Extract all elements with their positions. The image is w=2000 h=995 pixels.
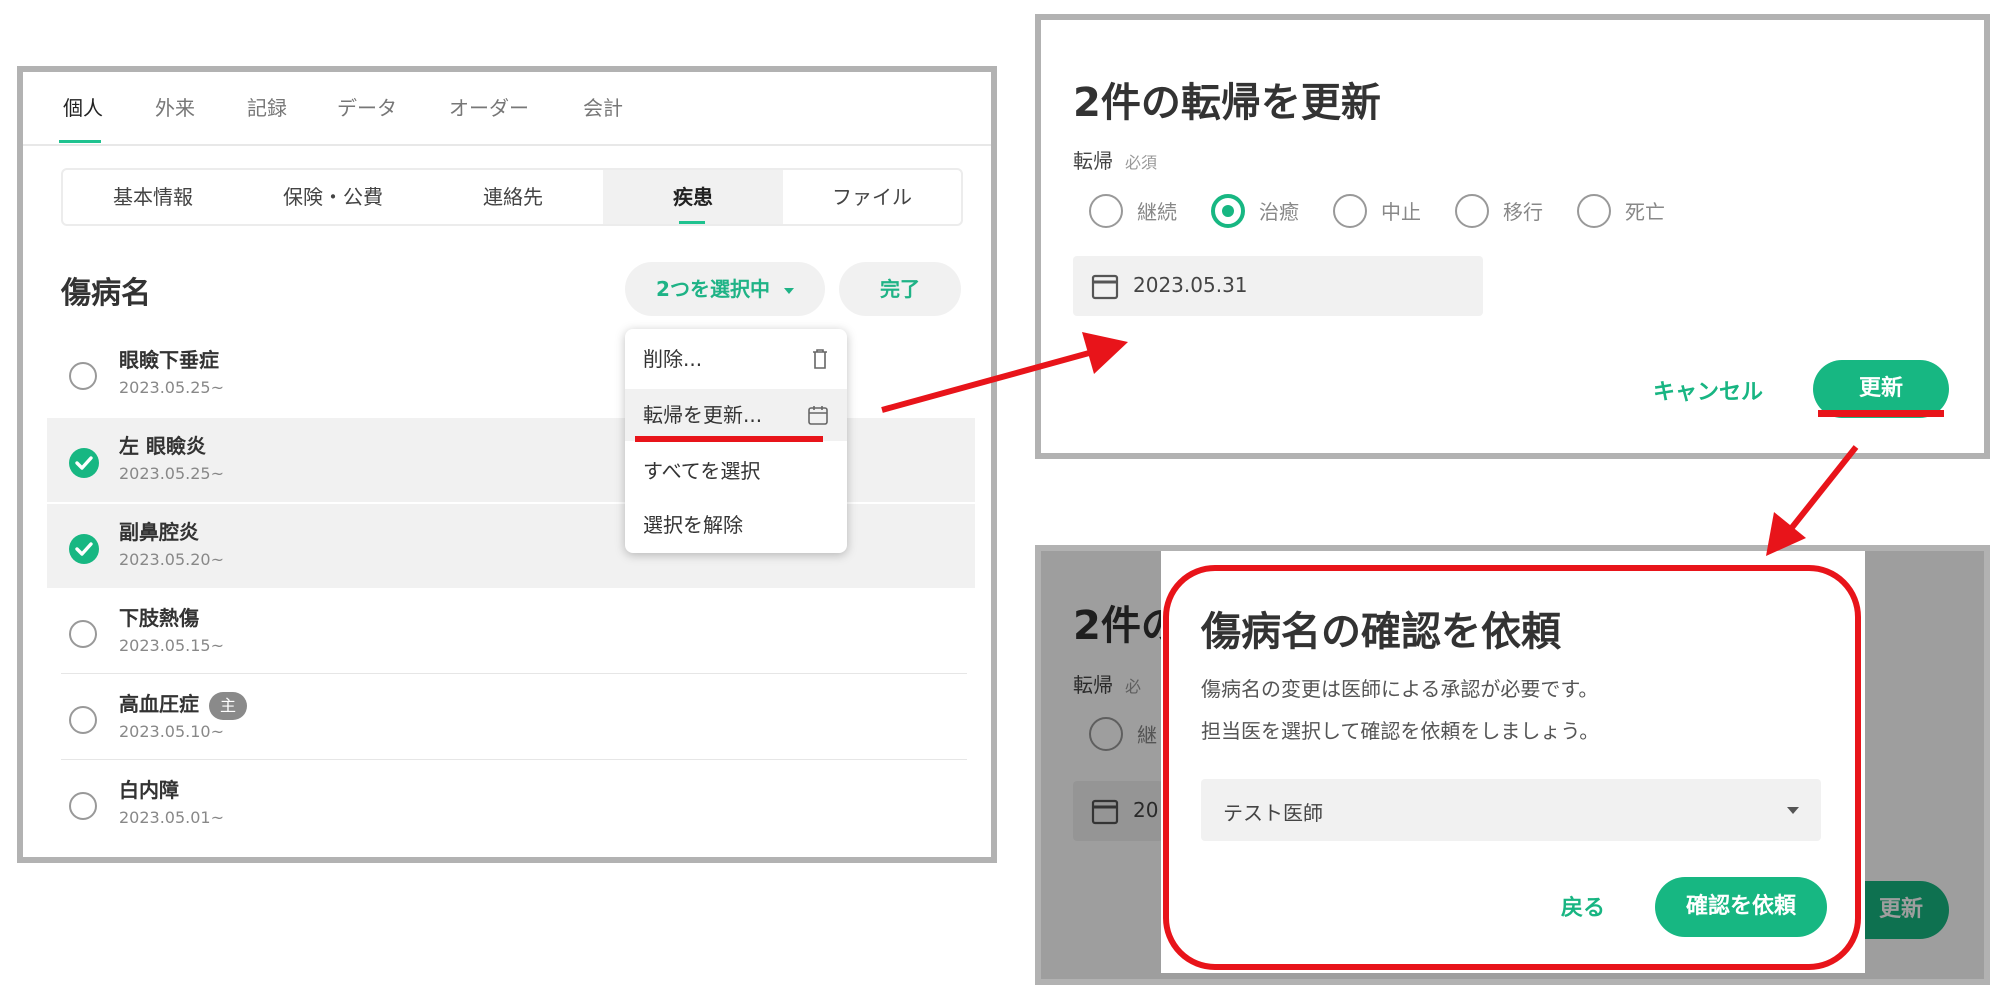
arrow-line-to-confirm-dialog (1787, 445, 1859, 532)
annotation-arrows (881, 332, 1859, 556)
arrow-line-to-update-dialog (881, 347, 1101, 413)
arrow-head-icon (1082, 332, 1128, 374)
